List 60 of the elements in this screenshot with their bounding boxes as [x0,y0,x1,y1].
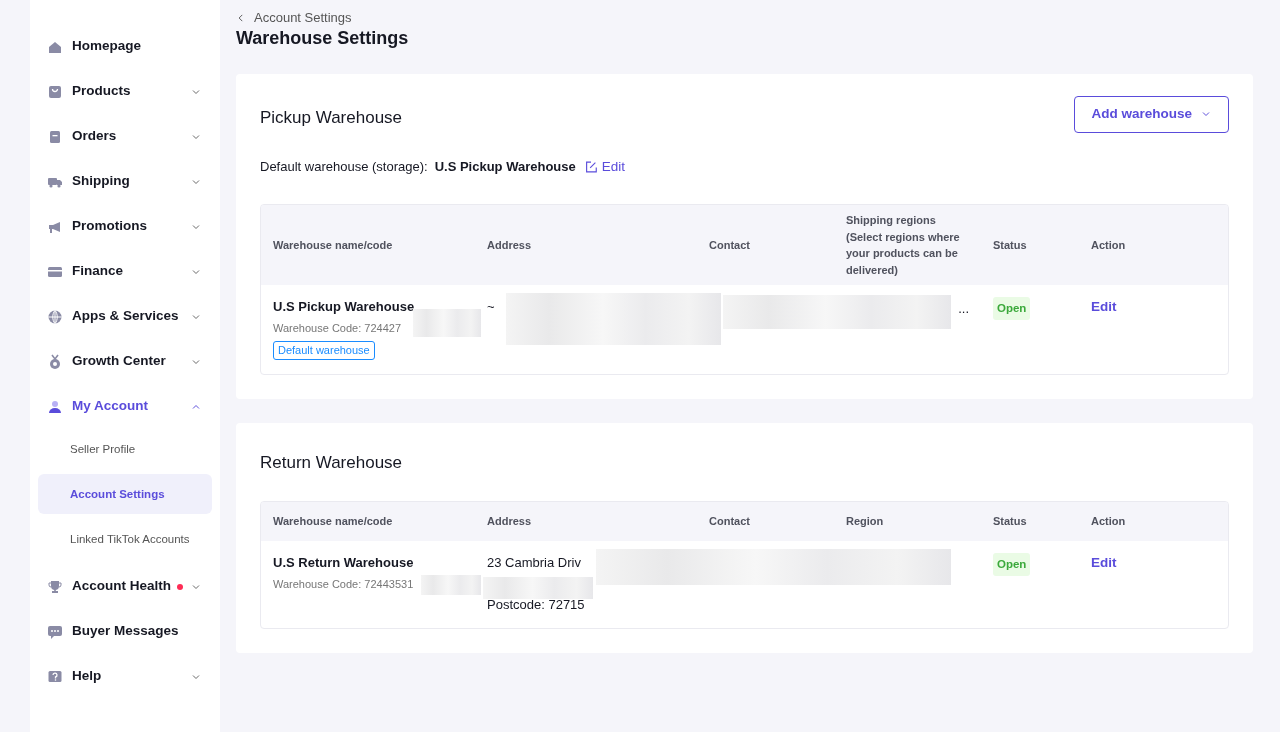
breadcrumb-link[interactable]: Account Settings [236,8,352,28]
sidebar-item[interactable]: Homepage [30,24,220,69]
document-icon [47,128,63,145]
sidebar-item[interactable]: Shipping [30,159,220,204]
edit-link[interactable]: Edit [1091,299,1117,315]
default-tag: Default warehouse [273,341,375,360]
redaction-mosaic [413,309,481,338]
status-badge: Open [993,297,1031,321]
sidebar-item[interactable]: Help [30,654,220,699]
user-icon [47,398,63,415]
sidebar-item[interactable]: Products [30,69,220,114]
column-header: Shipping regions (Select regions where your products can be delivered) [845,213,961,278]
sidebar-subitem[interactable]: Seller Profile [38,429,212,469]
warehouse-code: Warehouse Code: 724427 [273,320,401,336]
edit-link[interactable]: Edit [583,156,626,178]
warehouse-name: U.S Pickup Warehouse [273,298,415,317]
sidebar-subitem[interactable]: Linked TikTok Accounts [38,519,212,559]
chat-icon [47,623,63,640]
sidebar-item[interactable]: Growth Center [30,339,220,384]
redaction-mosaic [421,575,481,596]
column-header: Warehouse name/code [272,514,394,530]
address-text: 23 Cambria Driv [487,554,582,573]
section-title: Pickup Warehouse [260,106,403,129]
sidebar-item[interactable]: Orders [30,114,220,159]
default-warehouse-name: U.S Pickup Warehouse [434,158,576,177]
column-header: Action [1090,514,1127,530]
sidebar-item[interactable]: Promotions [30,204,220,249]
page-title: Warehouse Settings [236,28,410,50]
address-text: ~ [487,298,496,317]
region-text: ... [958,301,969,317]
medal-icon [47,353,63,370]
sidebar-item[interactable]: My Account [30,384,220,429]
globe-icon [47,308,63,325]
column-header: Contact [708,237,751,253]
warehouse-name: U.S Return Warehouse [273,554,414,573]
address-text: Postcode: 72715 [487,595,586,614]
column-header: Action [1090,237,1127,253]
section-title: Return Warehouse [260,451,404,474]
column-header: Contact [708,514,751,530]
edit-link[interactable]: Edit [1091,555,1117,571]
column-header: Address [486,514,533,530]
column-header: Warehouse name/code [272,237,394,253]
column-header: Address [486,237,533,253]
sidebar-subitem[interactable]: Account Settings [38,474,212,514]
column-header: Status [992,514,1028,530]
default-warehouse-label: Default warehouse (storage): [260,158,428,177]
column-header: Status [992,237,1028,253]
column-header: Region [845,514,885,530]
trophy-icon [47,578,63,595]
help-icon [47,668,63,685]
status-badge: Open [993,553,1031,577]
sidebar-item[interactable]: Buyer Messages [30,609,220,654]
add-warehouse-button[interactable]: Add warehouse [1074,95,1229,133]
bag-icon [47,83,63,100]
back-icon [236,12,246,23]
sidebar-item[interactable]: Account Health [30,564,220,609]
warehouse-code: Warehouse Code: 72443531 [273,576,414,592]
sidebar-item[interactable]: Finance [30,249,220,294]
edit-icon [583,159,598,174]
sidebar-item[interactable]: Apps & Services [30,294,220,339]
